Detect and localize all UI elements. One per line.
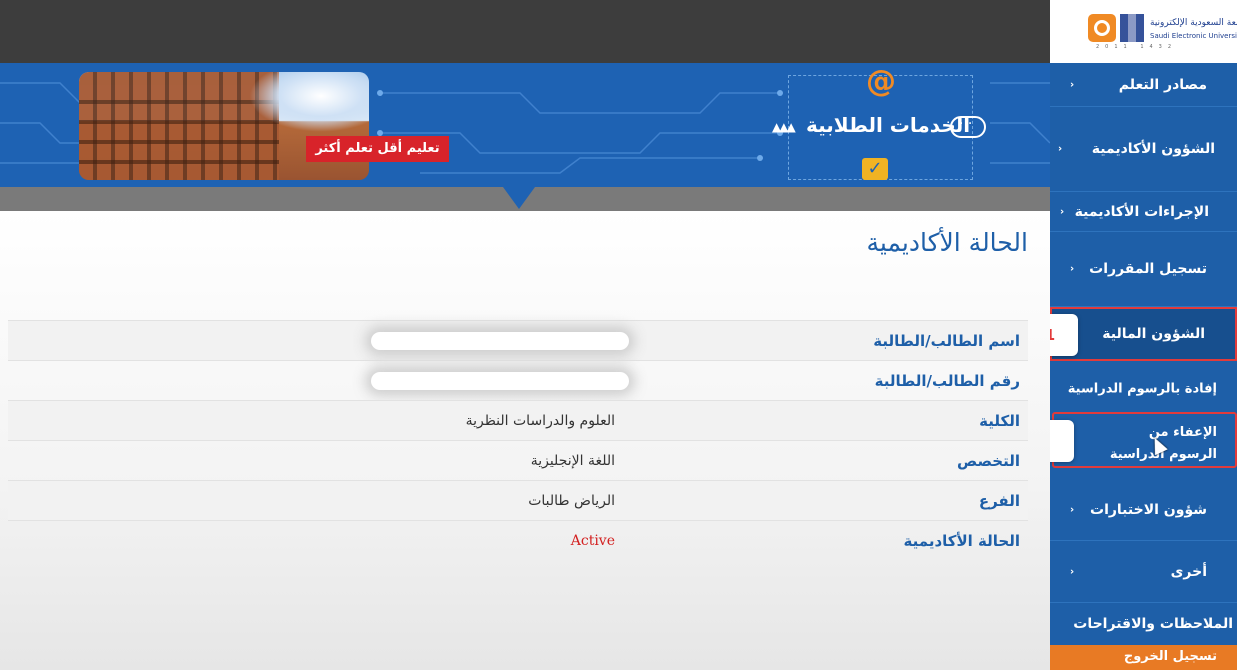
- row-label: الفرع: [978, 491, 1020, 510]
- sidebar-item-label: الملاحظات والاقتراحات: [1073, 616, 1233, 632]
- sidebar-item-label: أخرى: [1170, 563, 1207, 580]
- status-value: Active: [570, 532, 615, 549]
- row-label: رقم الطالب/الطالبة: [874, 371, 1020, 390]
- chevron-left-icon: ‹: [1060, 206, 1065, 217]
- row-label: اسم الطالب/الطالبة: [873, 331, 1020, 350]
- banner-tagline: تعليم أقل تعلم أكثر: [306, 136, 449, 162]
- row-label: الحالة الأكاديمية: [903, 531, 1020, 550]
- chevron-left-icon: ‹: [1070, 79, 1075, 90]
- table-row: الكلية العلوم والدراسات النظرية: [8, 400, 1028, 440]
- table-row: الحالة الأكاديمية Active: [8, 520, 1028, 560]
- sidebar-item-label: مصادر التعلم: [1118, 76, 1207, 93]
- at-icon: @: [866, 64, 896, 99]
- highlight-frame-2: [1052, 412, 1237, 468]
- at-logo-icon: [1088, 14, 1116, 42]
- logout-label: تسجيل الخروج: [1123, 649, 1217, 664]
- campus-sky: [249, 72, 369, 132]
- row-label: الكلية: [979, 411, 1020, 430]
- logout-button[interactable]: تسجيل الخروج: [1050, 645, 1237, 670]
- cloud-icon: [950, 112, 986, 138]
- redacted-value: [371, 371, 629, 390]
- sidebar-item-academic-affairs[interactable]: الشؤون الأكاديمية ‹: [1050, 107, 1237, 192]
- sidebar-item-course-registration[interactable]: تسجيل المقررات ‹: [1050, 232, 1237, 307]
- table-row: الفرع الرياض طالبات: [8, 480, 1028, 520]
- page-title: الحالة الأكاديمية: [866, 228, 1029, 257]
- chevron-left-icon: ‹: [1070, 504, 1075, 515]
- people-icon: ▲▲▲: [772, 120, 796, 134]
- sidebar-item-other[interactable]: أخرى ‹: [1050, 541, 1237, 603]
- sidebar-item-financial-affairs[interactable]: الشؤون المالية: [1050, 307, 1237, 361]
- sidebar-nav: مصادر التعلم ‹ الشؤون الأكاديمية ‹ الإجر…: [1050, 63, 1237, 670]
- sidebar-item-academic-procedures[interactable]: الإجراءات الأكاديمية ‹: [1050, 192, 1237, 232]
- sidebar-item-label: شؤون الاختبارات: [1090, 501, 1207, 518]
- sidebar-item-feedback[interactable]: الملاحظات والاقتراحات: [1050, 603, 1237, 645]
- sidebar-subitem-fee-statement[interactable]: إفادة بالرسوم الدراسية: [1050, 362, 1237, 415]
- main-content: الحالة الأكاديمية اسم الطالب/الطالبة رقم…: [0, 211, 1050, 670]
- sidebar-item-exams-affairs[interactable]: شؤون الاختبارات ‹: [1050, 479, 1237, 541]
- sidebar-item-label: تسجيل المقررات: [1089, 261, 1207, 277]
- chevron-left-icon: ‹: [1058, 143, 1063, 155]
- redacted-value: [371, 331, 629, 350]
- services-title: الخدمات الطلابية: [806, 113, 971, 137]
- sidebar-item-learning-resources[interactable]: مصادر التعلم ‹: [1050, 63, 1237, 107]
- logo-squares-icon: [1120, 14, 1144, 42]
- logo-name-ar: الجامعة السعودية الإلكترونية: [1150, 18, 1237, 28]
- row-value: اللغة الإنجليزية: [530, 452, 615, 469]
- table-row: التخصص اللغة الإنجليزية: [8, 440, 1028, 480]
- chevron-left-icon: ‹: [1070, 566, 1075, 577]
- table-row: رقم الطالب/الطالبة: [8, 360, 1028, 400]
- browser-top-bar: [0, 0, 1050, 63]
- row-value: العلوم والدراسات النظرية: [465, 412, 615, 429]
- row-value: الرياض طالبات: [528, 492, 615, 509]
- chevron-left-icon: ‹: [1070, 263, 1075, 275]
- campus-photo: [79, 72, 369, 180]
- sidebar-item-label: الإجراءات الأكاديمية: [1074, 203, 1209, 220]
- sidebar-item-label: إفادة بالرسوم الدراسية: [1067, 381, 1217, 396]
- sidebar-item-label: الشؤون الأكاديمية: [1091, 141, 1215, 157]
- banner-pointer-icon: [503, 187, 535, 209]
- university-logo[interactable]: الجامعة السعودية الإلكترونية Saudi Elect…: [1050, 0, 1237, 63]
- checkbox-icon: ✓: [862, 158, 888, 180]
- logo-name-en: Saudi Electronic University: [1150, 32, 1237, 40]
- row-label: التخصص: [957, 451, 1020, 470]
- table-row: اسم الطالب/الطالبة: [8, 320, 1028, 360]
- academic-status-table: اسم الطالب/الطالبة رقم الطالب/الطالبة ال…: [8, 320, 1028, 560]
- logo-years: 2011 1432: [1096, 44, 1178, 50]
- sidebar-item-label: الشؤون المالية: [1102, 326, 1205, 342]
